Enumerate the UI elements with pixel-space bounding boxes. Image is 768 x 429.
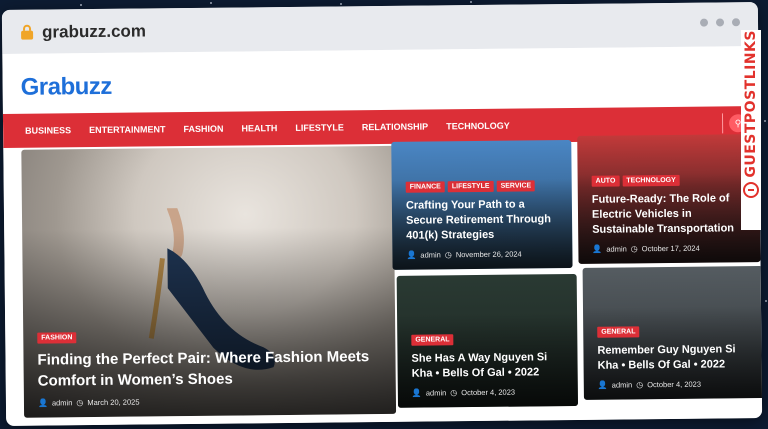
nav-item-business[interactable]: BUSINESS <box>25 125 71 135</box>
address-bar[interactable]: grabuzz.com <box>1 2 759 54</box>
user-icon: 👤 <box>37 398 48 408</box>
tag-list: GENERAL <box>597 325 751 339</box>
user-icon: 👤 <box>597 380 608 390</box>
clock-icon: ◷ <box>444 250 452 260</box>
clock-icon: ◷ <box>636 380 644 390</box>
tag-list: AUTO TECHNOLOGY <box>591 175 748 188</box>
tag-badge[interactable]: SERVICE <box>496 180 536 193</box>
tag-badge[interactable]: AUTO <box>591 175 620 188</box>
tag-badge[interactable]: LIFESTYLE <box>447 181 494 193</box>
window-dot[interactable] <box>699 18 709 27</box>
user-icon: 👤 <box>411 388 422 398</box>
guestpostlinks-watermark: GUESTPOSTLINKS <box>741 30 761 230</box>
post-date: October 4, 2023 <box>461 387 516 398</box>
nav-item-entertainment[interactable]: ENTERTAINMENT <box>89 124 165 135</box>
article-title[interactable]: Crafting Your Path to a Secure Retiremen… <box>406 198 560 244</box>
featured-article-card[interactable]: FASHION Finding the Perfect Pair: Where … <box>21 145 397 418</box>
article-meta: 👤 admin ◷ October 4, 2023 <box>598 379 752 390</box>
user-icon: 👤 <box>406 250 417 260</box>
article-title[interactable]: Remember Guy Nguyen Si Kha • Bells Of Ga… <box>597 342 751 373</box>
author-name[interactable]: admin <box>426 388 447 397</box>
web-page: Grabuzz BUSINESS ENTERTAINMENT FASHION H… <box>2 46 763 426</box>
tag-list: FINANCE LIFESTYLE SERVICE <box>405 180 560 194</box>
article-title[interactable]: Future-Ready: The Role of Electric Vehic… <box>592 192 748 238</box>
card-content: AUTO TECHNOLOGY Future-Ready: The Role o… <box>591 175 749 254</box>
clock-icon: ◷ <box>630 244 638 254</box>
post-date: November 26, 2024 <box>455 249 522 260</box>
browser-window: grabuzz.com Grabuzz BUSINESS ENTERTAINME… <box>1 2 763 426</box>
tag-list: GENERAL <box>411 333 565 347</box>
article-meta: 👤 admin ◷ November 26, 2024 <box>406 249 560 260</box>
tag-badge[interactable]: FASHION <box>37 332 77 344</box>
post-date: October 4, 2023 <box>647 379 702 390</box>
card-content: FASHION Finding the Perfect Pair: Where … <box>37 329 384 408</box>
article-meta: 👤 admin ◷ October 17, 2024 <box>592 243 748 254</box>
url-text: grabuzz.com <box>41 21 147 42</box>
card-content: GENERAL She Has A Way Nguyen Si Kha • Be… <box>411 333 566 398</box>
nav-item-health[interactable]: HEALTH <box>241 123 277 133</box>
clock-icon: ◷ <box>76 398 84 408</box>
nav-item-lifestyle[interactable]: LIFESTYLE <box>295 122 344 133</box>
tag-list: FASHION <box>37 329 383 344</box>
window-dot[interactable] <box>731 18 741 27</box>
article-card[interactable]: GENERAL Remember Guy Nguyen Si Kha • Bel… <box>582 266 763 400</box>
author-name[interactable]: admin <box>420 250 441 259</box>
nav-item-technology[interactable]: TECHNOLOGY <box>446 121 510 132</box>
post-date: October 17, 2024 <box>641 243 700 254</box>
nav-item-fashion[interactable]: FASHION <box>183 124 223 134</box>
article-card[interactable]: FINANCE LIFESTYLE SERVICE Crafting Your … <box>391 140 573 270</box>
article-title[interactable]: Finding the Perfect Pair: Where Fashion … <box>37 346 383 392</box>
tag-badge[interactable]: GENERAL <box>597 326 640 339</box>
window-controls <box>699 18 741 27</box>
user-icon: 👤 <box>592 244 603 254</box>
article-card[interactable]: AUTO TECHNOLOGY Future-Ready: The Role o… <box>577 134 761 264</box>
card-content: FINANCE LIFESTYLE SERVICE Crafting Your … <box>405 180 561 260</box>
card-content: GENERAL Remember Guy Nguyen Si Kha • Bel… <box>597 325 752 390</box>
nav-item-relationship[interactable]: RELATIONSHIP <box>362 122 428 133</box>
post-date: March 20, 2025 <box>87 397 140 408</box>
lock-icon <box>21 24 34 40</box>
tag-badge[interactable]: TECHNOLOGY <box>622 175 680 187</box>
article-meta: 👤 admin ◷ October 4, 2023 <box>412 387 566 398</box>
article-title[interactable]: She Has A Way Nguyen Si Kha • Bells Of G… <box>411 350 565 381</box>
watermark-text: GUESTPOSTLINKS <box>743 30 759 178</box>
article-card[interactable]: GENERAL She Has A Way Nguyen Si Kha • Be… <box>396 273 579 408</box>
link-icon <box>743 181 759 198</box>
clock-icon: ◷ <box>450 388 458 398</box>
tag-badge[interactable]: GENERAL <box>411 334 454 347</box>
author-name[interactable]: admin <box>606 244 627 253</box>
tag-badge[interactable]: FINANCE <box>405 181 445 194</box>
author-name[interactable]: admin <box>52 398 73 407</box>
nav-divider <box>721 113 724 134</box>
author-name[interactable]: admin <box>612 380 633 389</box>
site-logo[interactable]: Grabuzz <box>21 73 112 102</box>
window-dot[interactable] <box>715 18 725 27</box>
